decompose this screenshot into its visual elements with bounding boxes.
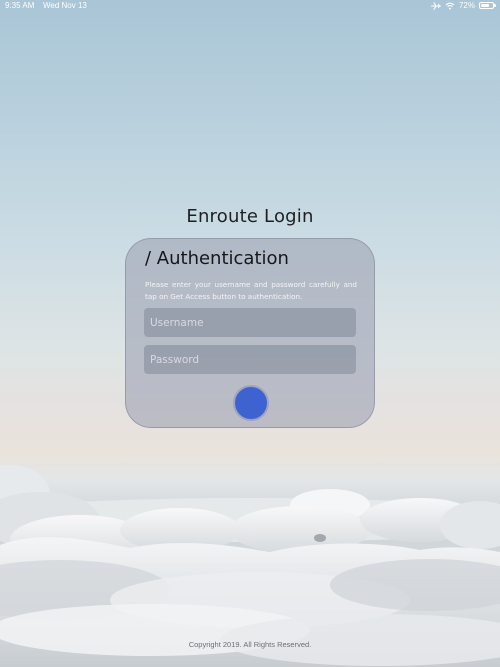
status-date: Wed Nov 13 — [43, 1, 87, 10]
battery-icon — [479, 2, 496, 9]
status-bar: 9:35 AM Wed Nov 13 72% — [0, 0, 500, 14]
card-heading: / Authentication — [145, 248, 289, 269]
wifi-icon — [445, 2, 455, 9]
status-time: 9:35 AM — [5, 1, 35, 10]
status-indicators: 72% — [430, 1, 496, 10]
password-input[interactable] — [144, 345, 356, 374]
battery-percent: 72% — [458, 1, 475, 10]
airplane-icon — [430, 1, 441, 10]
username-input[interactable] — [144, 308, 356, 337]
battery-level-fill — [481, 4, 489, 7]
copyright-footer: Copyright 2019. All Rights Reserved. — [188, 640, 312, 649]
page-title: Enroute Login — [186, 206, 314, 227]
card-description: Please enter your username and password … — [145, 280, 357, 301]
authentication-card: / Authentication Please enter your usern… — [125, 238, 375, 428]
get-access-button[interactable] — [233, 385, 269, 421]
